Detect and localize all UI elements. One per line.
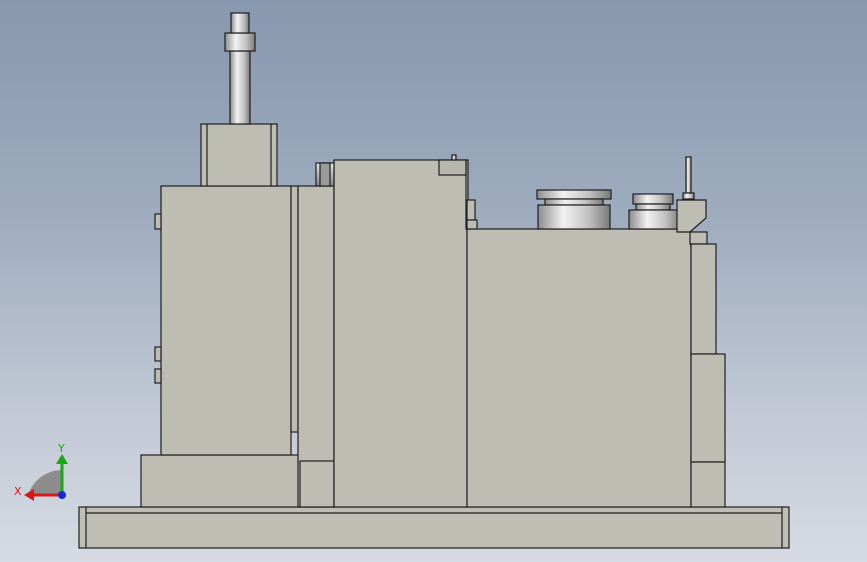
cad-viewport[interactable]: Y X bbox=[0, 0, 867, 562]
left-block[interactable] bbox=[140, 185, 301, 508]
axis-triad bbox=[24, 454, 68, 501]
roller-left[interactable] bbox=[315, 162, 335, 187]
pin-right[interactable] bbox=[676, 156, 708, 245]
motor-housing[interactable] bbox=[200, 123, 278, 187]
base-plate[interactable] bbox=[78, 506, 790, 549]
z-axis-dot-icon bbox=[58, 491, 66, 499]
bushing-large[interactable] bbox=[536, 189, 612, 230]
x-axis-arrow-icon bbox=[24, 489, 34, 501]
y-axis-arrow-icon bbox=[56, 454, 68, 464]
bushing-small[interactable] bbox=[628, 193, 682, 230]
y-axis-label: Y bbox=[58, 442, 65, 455]
right-blocks[interactable] bbox=[690, 243, 726, 508]
motor-shaft[interactable] bbox=[224, 12, 256, 125]
slotted-column[interactable] bbox=[290, 185, 335, 508]
x-axis-label: X bbox=[14, 485, 22, 498]
peg-top[interactable] bbox=[438, 154, 467, 176]
assembly-drawing bbox=[24, 12, 790, 549]
